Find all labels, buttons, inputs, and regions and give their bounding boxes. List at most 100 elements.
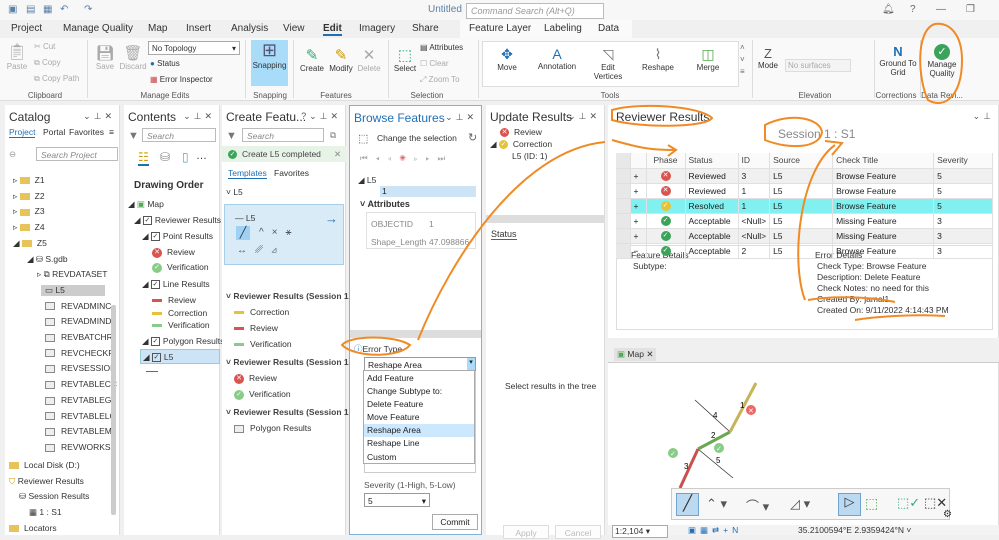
change-selection-icon[interactable]: ⬚ bbox=[358, 132, 368, 145]
tab-edit[interactable]: Edit bbox=[323, 23, 342, 36]
catalog-item[interactable]: REVADMIND bbox=[45, 316, 111, 326]
catalog-item[interactable]: REVADMINC bbox=[45, 301, 111, 311]
severity-dropdown[interactable]: 5 ▾ bbox=[364, 493, 430, 507]
expand-toggle[interactable]: + bbox=[630, 198, 647, 214]
catalog-item[interactable]: ▭ L5 bbox=[41, 284, 105, 296]
catalog-item[interactable]: Locators bbox=[9, 523, 57, 533]
pane-controls[interactable]: ⌄⊥ bbox=[973, 111, 994, 122]
expand-toggle[interactable]: + bbox=[630, 168, 647, 184]
refresh-icon[interactable]: ↻ bbox=[468, 131, 477, 144]
template-item[interactable]: Correction bbox=[234, 307, 289, 317]
command-search-input[interactable]: Command Search (Alt+Q) bbox=[466, 3, 604, 19]
tab-labeling[interactable]: Labeling bbox=[544, 23, 582, 34]
tab-view[interactable]: View bbox=[283, 23, 305, 34]
col-check-title[interactable]: Check Title bbox=[832, 153, 935, 169]
map-status-tools[interactable]: ▣▦⇄+N bbox=[688, 525, 742, 536]
template-item[interactable]: Polygon Results bbox=[234, 423, 311, 433]
create-button[interactable]: ✎ Create bbox=[299, 46, 325, 73]
minimize-icon[interactable]: — bbox=[936, 4, 946, 15]
template-item[interactable]: Verification bbox=[234, 339, 292, 349]
error-inspector-button[interactable]: ▦ Error Inspector bbox=[150, 75, 213, 84]
attributes-button[interactable]: ▤ Attributes bbox=[420, 43, 463, 52]
annotation-tool[interactable]: A Annotation bbox=[536, 46, 578, 71]
catalog-tab-favorites[interactable]: Favorites bbox=[69, 127, 104, 137]
back-icon[interactable]: ⊖ bbox=[9, 149, 16, 160]
pane-controls[interactable]: ?⌄⊥✕ bbox=[301, 111, 341, 122]
layer-line-results[interactable]: ◢ ✓ Line Results bbox=[142, 279, 210, 290]
data-source-icon[interactable]: ⛁ bbox=[160, 150, 170, 164]
merge-tool[interactable]: ◫ Merge bbox=[692, 46, 724, 72]
layer-node[interactable]: ◢ L5 bbox=[358, 175, 376, 186]
selected-feature[interactable]: 1 bbox=[380, 186, 476, 197]
scale-dropdown[interactable]: 1:2,104 ▾ bbox=[612, 525, 668, 538]
tab-templates[interactable]: Templates bbox=[228, 168, 267, 179]
save-button[interactable]: 💾︎ Save bbox=[94, 44, 116, 71]
move-tool[interactable]: ✥ Move bbox=[490, 46, 524, 72]
catalog-item[interactable]: REVBATCHR bbox=[45, 332, 113, 342]
error-type-option[interactable]: Custom bbox=[364, 450, 474, 463]
expand-toggle[interactable]: + bbox=[630, 213, 647, 229]
cancel-button[interactable]: Cancel bbox=[555, 525, 601, 539]
gear-icon[interactable]: ⚙ bbox=[943, 509, 952, 520]
error-type-option[interactable]: Delete Feature bbox=[364, 397, 474, 410]
select-button[interactable]: ⬚ Select bbox=[392, 46, 418, 73]
error-type-option[interactable]: Reshape Line bbox=[364, 437, 474, 450]
pane-controls[interactable]: ⌄⊥✕ bbox=[445, 112, 477, 123]
save-project-icon[interactable]: ▦ bbox=[43, 4, 52, 15]
more-icon[interactable]: … bbox=[196, 150, 207, 162]
layer-polygon-results[interactable]: ◢ ✓ Polygon Results bbox=[142, 336, 224, 347]
catalog-item[interactable]: ▹ Z2 bbox=[13, 191, 45, 202]
table-row[interactable]: + ✓ Resolved 1 L5 Browse Feature 5 bbox=[616, 198, 993, 214]
close-banner-icon[interactable]: ✕ bbox=[334, 149, 341, 160]
layer-l5[interactable]: ◢ ✓ L5 bbox=[140, 349, 220, 364]
arc-tool-button[interactable]: ⌒ ▾ bbox=[746, 496, 769, 515]
copy-path-button[interactable]: ⧉ Copy Path bbox=[34, 74, 79, 84]
ground-to-grid-button[interactable]: N Ground To Grid bbox=[878, 44, 918, 77]
restore-icon[interactable]: ❐ bbox=[966, 4, 975, 15]
clear-button[interactable]: ☐ Clear bbox=[420, 59, 449, 68]
help-icon[interactable]: ? bbox=[910, 4, 916, 15]
catalog-item[interactable]: REVSESSION bbox=[45, 363, 116, 373]
col-source[interactable]: Source bbox=[769, 153, 834, 169]
status-button[interactable]: ● Status bbox=[150, 59, 180, 68]
template-group[interactable]: ˅ Reviewer Results (Session 1 : bbox=[226, 407, 354, 417]
tab-analysis[interactable]: Analysis bbox=[231, 23, 268, 34]
manage-quality-button[interactable]: ✓Manage Quality bbox=[922, 44, 962, 78]
arrow-right-icon[interactable]: → bbox=[325, 211, 338, 226]
catalog-scrollbar[interactable] bbox=[111, 305, 116, 515]
elevation-mode-button[interactable]: Z Mode bbox=[756, 46, 780, 70]
manage-templates-icon[interactable]: ⧉ bbox=[330, 130, 336, 141]
error-type-option[interactable]: Add Feature bbox=[364, 371, 474, 384]
open-project-icon[interactable]: ▤ bbox=[26, 4, 35, 15]
tab-data[interactable]: Data bbox=[598, 23, 619, 34]
catalog-item[interactable]: REVTABLELC bbox=[45, 411, 116, 421]
catalog-item[interactable]: ▹ ⧉ REVDATASET bbox=[37, 269, 107, 280]
line-tool-button[interactable]: ╱ bbox=[676, 493, 699, 516]
catalog-item[interactable]: REVTABLECC bbox=[45, 379, 117, 389]
tree-correction[interactable]: ◢ ✓ Correction bbox=[490, 139, 552, 150]
tab-favorites[interactable]: Favorites bbox=[274, 168, 309, 178]
catalog-item[interactable]: Local Disk (D:) bbox=[9, 460, 80, 470]
catalog-tab-project[interactable]: Project bbox=[9, 127, 36, 138]
shape-tool-button[interactable]: ◿ ▾ bbox=[790, 496, 810, 512]
tab-share[interactable]: Share bbox=[412, 23, 439, 34]
catalog-item[interactable]: ◢ ⛁ S.gdb bbox=[27, 254, 68, 265]
catalog-item[interactable]: ⛁ Session Results bbox=[19, 491, 89, 502]
catalog-item[interactable]: ▦ 1 : S1 bbox=[29, 507, 62, 518]
discard-button[interactable]: 🗑︎ Discard bbox=[119, 44, 147, 71]
zoom-to-button[interactable]: ⤢ Zoom To bbox=[420, 75, 460, 85]
expand-toggle[interactable]: + bbox=[630, 228, 647, 244]
notification-icon[interactable]: 🔔︎ bbox=[882, 4, 895, 15]
col-status[interactable]: Status bbox=[685, 153, 739, 169]
tab-status[interactable]: Status bbox=[491, 229, 517, 240]
tab-map[interactable]: Map bbox=[148, 23, 167, 34]
catalog-item[interactable]: ▹ Z1 bbox=[13, 175, 45, 186]
splitter[interactable] bbox=[486, 215, 605, 223]
filter-icon[interactable]: ▼ bbox=[226, 130, 237, 142]
pane-controls[interactable]: ⌄⊥✕ bbox=[83, 111, 115, 122]
pane-controls[interactable]: ⌄⊥✕ bbox=[183, 111, 215, 122]
layer-reviewer-results[interactable]: ◢ ✓ Reviewer Results ( bbox=[134, 215, 226, 226]
error-type-dropdown[interactable]: Reshape Area ▾ bbox=[364, 357, 476, 371]
create-features-search-input[interactable]: Search bbox=[242, 128, 324, 142]
catalog-item[interactable]: REVWORKSP bbox=[45, 442, 116, 452]
